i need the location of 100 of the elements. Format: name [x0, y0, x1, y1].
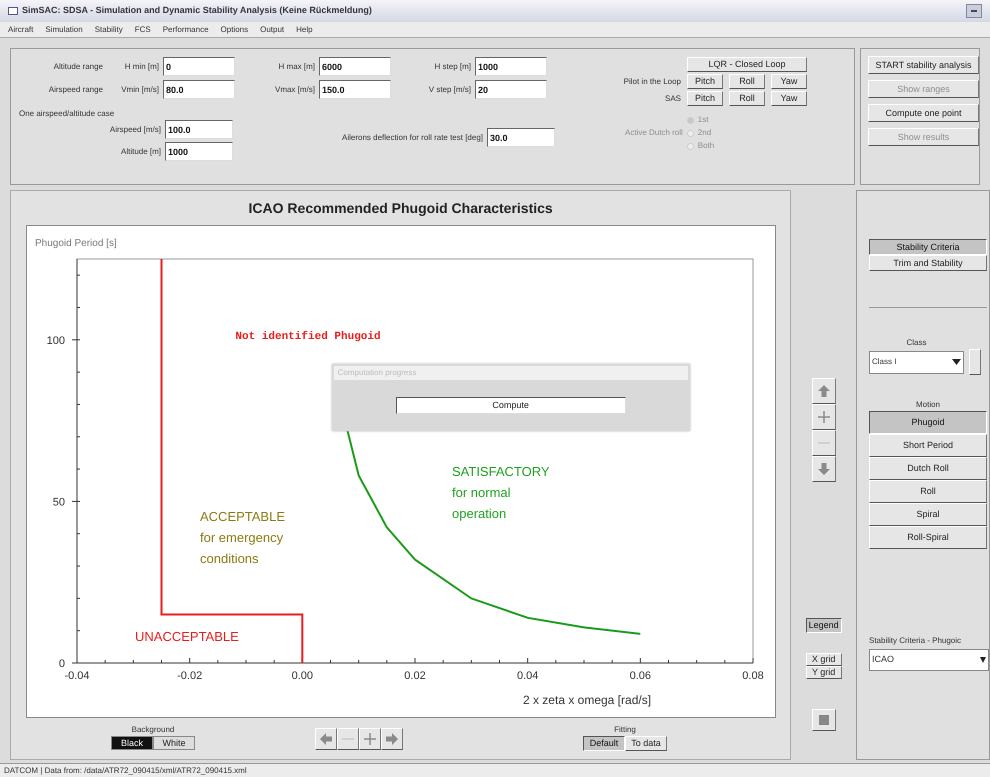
input-field[interactable]: 100.0 [165, 120, 233, 139]
menu-item[interactable]: Output [260, 24, 284, 36]
section-title: One airspeed/altitude case [19, 108, 114, 120]
window-title: SimSAC: SDSA - Simulation and Dynamic Stability Analysis (Keine Rückmeldung) [22, 4, 372, 18]
input-field[interactable]: 20 [475, 80, 547, 99]
minimize-button[interactable] [966, 4, 982, 18]
x-tick-label: 0.08 [742, 670, 764, 682]
action-button[interactable]: START stability analysis [868, 56, 979, 74]
field-label: Ailerons deflection for roll rate test [deg] [341, 132, 483, 144]
motion-label: Motion [914, 399, 941, 411]
menu-item[interactable]: Stability [94, 24, 123, 36]
menu-item[interactable]: FCS [134, 24, 151, 36]
zoom-button[interactable] [812, 378, 836, 404]
x-tick-label: 0.04 [516, 670, 538, 682]
dropdown-caret-icon [980, 657, 986, 663]
menu-item[interactable]: Performance [162, 24, 209, 36]
menu-item[interactable]: Help [296, 24, 313, 36]
y-tick-label: 50 [52, 496, 65, 508]
field-label: Vmin [m/s] [120, 84, 159, 96]
input-field[interactable]: 0 [163, 57, 235, 76]
x-tick-label: 0.02 [404, 670, 426, 682]
compute-button[interactable]: Compute [396, 397, 626, 414]
input-field[interactable]: 30.0 [487, 128, 555, 147]
field-label: H max [m] [278, 60, 315, 72]
motion-button[interactable]: Phugoid [869, 411, 987, 434]
group-label: Background [132, 724, 174, 736]
plus-icon [364, 733, 376, 745]
menu-item[interactable]: Aircraft [8, 24, 34, 36]
nav-button[interactable] [381, 728, 403, 750]
zoom-button[interactable] [812, 456, 836, 482]
region-label: Not identified Phugoid [235, 331, 380, 343]
field-label: V step [m/s] [428, 84, 471, 96]
right-arrow-icon [386, 733, 398, 745]
criteria-label: Stability Criteria - Phugoic [869, 635, 962, 647]
axis-button[interactable]: Yaw [771, 91, 807, 106]
down-arrow-icon [818, 463, 830, 475]
motion-button[interactable]: Roll [869, 480, 987, 503]
motion-button[interactable]: Short Period [869, 434, 987, 457]
square-icon [818, 715, 829, 725]
region-label: UNACCEPTABLE [134, 629, 238, 644]
minimize-icon [971, 10, 977, 12]
group-label: Fitting [614, 724, 636, 736]
field-label: H step [m] [434, 60, 471, 72]
toggle-button[interactable]: Black [111, 736, 153, 750]
up-arrow-icon [818, 385, 830, 397]
axis-button[interactable]: Roll [729, 91, 765, 106]
toggle-button[interactable]: Default [583, 736, 625, 751]
field-label: Airspeed [m/s] [108, 124, 161, 136]
class-dropdown[interactable]: Class I [869, 350, 964, 374]
y-tick-label: 100 [46, 334, 65, 347]
window-icon [8, 7, 18, 15]
y-axis-label: Phugoid Period [s] [34, 238, 116, 249]
axis-button[interactable]: Yaw [771, 74, 807, 89]
input-field[interactable]: 150.0 [319, 80, 391, 99]
zoom-button[interactable] [812, 404, 836, 430]
motion-button[interactable]: Spiral [869, 503, 987, 526]
square-button[interactable] [812, 709, 836, 731]
field-label: Vmax [m/s] [274, 84, 315, 96]
region-label: ACCEPTABLE for emergency conditions [200, 509, 285, 566]
grid-button[interactable]: X grid [806, 653, 842, 666]
select-label: Class [905, 337, 928, 349]
x-tick-label: 0.06 [629, 670, 651, 682]
criteria-dropdown[interactable]: ICAO [869, 649, 989, 671]
side-tab[interactable]: Trim and Stability [869, 255, 987, 271]
input-field[interactable]: 1000 [475, 57, 547, 76]
field-label: Altitude [m] [120, 146, 161, 158]
x-tick-label: -0.02 [176, 670, 202, 682]
input-field[interactable]: 6000 [319, 57, 391, 76]
axis-button[interactable]: Pitch [687, 91, 723, 106]
loop-label: Pilot in the Loop [622, 76, 681, 88]
field-label: H min [m] [124, 60, 159, 72]
x-tick-label: 0.00 [291, 670, 313, 682]
nav-button[interactable] [315, 728, 337, 750]
chart-title: ICAO Recommended Phugoid Characteristics [248, 199, 553, 218]
loop-label: SAS [664, 92, 681, 104]
y-tick-label: 0 [58, 658, 65, 670]
nav-button[interactable] [359, 728, 381, 750]
motion-button[interactable]: Dutch Roll [869, 457, 987, 480]
axis-button[interactable]: Roll [729, 74, 765, 89]
axis-button[interactable]: Pitch [687, 74, 723, 89]
side-tab[interactable]: Stability Criteria [869, 239, 987, 255]
toggle-button[interactable]: To data [625, 736, 667, 751]
x-axis-label: 2 x zeta x omega [rad/s] [522, 693, 651, 707]
side-icon-button[interactable] [969, 349, 981, 375]
input-field[interactable]: 80.0 [163, 80, 235, 99]
lqr-button[interactable]: LQR - Closed Loop [687, 57, 807, 72]
legend-button[interactable]: Legend [806, 618, 842, 633]
motion-button[interactable]: Roll-Spiral [869, 526, 987, 549]
input-field[interactable]: 1000 [165, 142, 233, 161]
menu-item[interactable]: Simulation [45, 24, 83, 36]
left-arrow-icon [320, 733, 332, 745]
dropdown-caret-icon [952, 359, 961, 365]
range-label: Altitude range [52, 60, 103, 72]
plus-icon [818, 411, 830, 423]
action-button[interactable]: Compute one point [868, 104, 979, 122]
radio-group-label: Active Dutch roll [625, 127, 683, 139]
menu-item[interactable]: Options [220, 24, 248, 36]
status-bar: DATCOM | Data from: /data/ATR72_090415/xml/ATR72_090415.xml [0, 763, 990, 777]
grid-button[interactable]: Y grid [806, 666, 842, 679]
toggle-button[interactable]: White [153, 736, 195, 750]
